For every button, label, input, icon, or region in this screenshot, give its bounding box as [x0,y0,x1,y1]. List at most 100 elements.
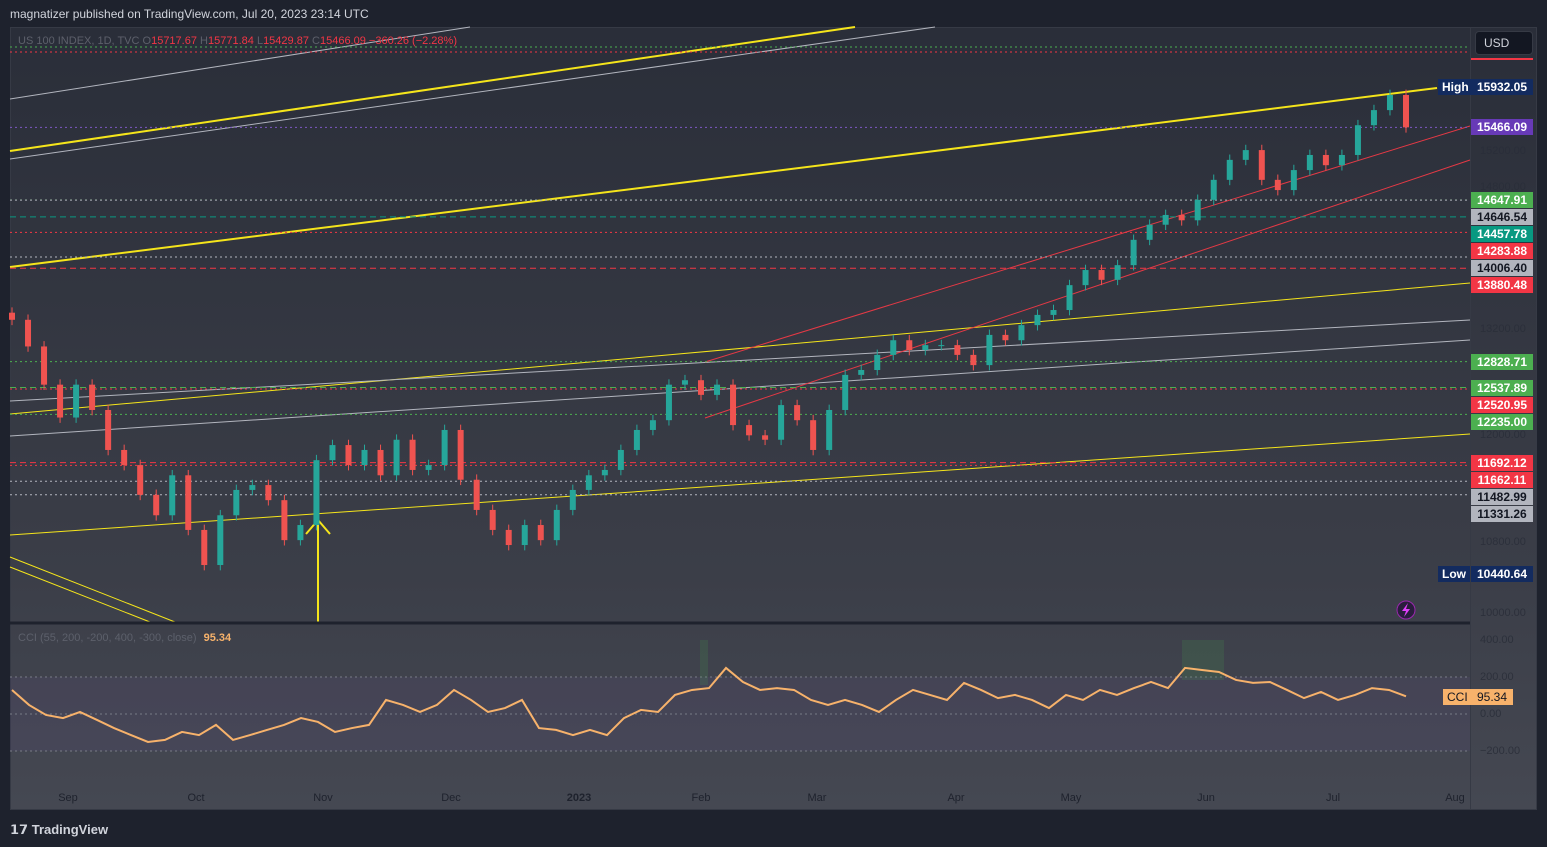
candle-body [986,334,993,366]
candle-body [874,354,881,370]
trendline-yellow [9,566,151,623]
price-level-label: 11692.12 [1471,454,1533,471]
trendline-yellow [9,282,1471,415]
candle-body [649,420,656,430]
time-tick: Jun [1197,792,1215,804]
cci-tick: 200.00 [1480,671,1514,683]
price-level-label: 14647.91 [1471,192,1533,209]
low-marker-label: Low [1438,566,1470,582]
time-tick: 2023 [566,792,592,804]
candle-body [633,429,640,450]
candle-body [345,445,352,466]
candle-body [601,469,608,476]
price-tick: 15200.00 [1480,144,1526,157]
candle-body [1258,150,1265,180]
candle-body [794,405,801,421]
cci-overbought-zone [700,640,708,685]
currency-button[interactable]: USD [1475,31,1533,55]
candle-body [1370,110,1377,126]
candle-body [41,346,48,385]
tradingview-logo[interactable]: 𝟭𝟳 TradingView [10,822,108,838]
price-level-label: 14006.40 [1471,260,1533,277]
time-tick: Jul [1325,792,1341,804]
candle-body [1050,310,1057,315]
cci-tick: −200.00 [1480,745,1521,757]
candle-body [217,515,224,566]
candle-body [1210,179,1217,200]
time-tick: Apr [947,792,965,804]
candle-body [665,384,672,421]
brand-name: TradingView [31,822,109,837]
price-level-label: 13880.48 [1471,277,1533,294]
candle-body [1082,270,1089,286]
candle-body [1002,334,1009,341]
candle-body [153,494,160,516]
high-marker-label: High [1438,79,1473,95]
candle-body [1322,154,1329,166]
candle-body [778,405,785,440]
price-tick: 10800.00 [1480,535,1526,548]
trendline-yellow [9,556,176,623]
candle-body [1403,95,1409,128]
candle-body [1242,150,1249,160]
price-level-label: 11662.11 [1471,471,1533,488]
high-value: 15771.84 [207,35,254,47]
price-level-label: 11331.26 [1471,505,1533,522]
candle-body [1114,265,1121,280]
candle-body [1034,314,1041,326]
low-value: 15429.87 [263,35,309,47]
candle-body [1226,159,1233,180]
candle-body [441,429,448,466]
candle-body [121,449,128,466]
lightning-icon [1396,600,1416,620]
candle-body [393,439,400,476]
price-level-label: 12235.00 [1471,413,1533,430]
candle-body [409,439,416,470]
candle-body [425,465,432,470]
price-level-label: 11482.99 [1471,488,1533,505]
candle-body [553,509,560,541]
time-tick: Oct [187,792,205,804]
candle-body [505,529,512,546]
time-tick: Aug [1445,792,1465,804]
candle-body [858,369,865,375]
tv-logo-icon: 𝟭𝟳 [10,822,29,837]
time-tick: Feb [691,792,711,804]
candle-body [1066,285,1073,311]
candle-body [906,340,913,351]
trendline-red [704,159,1471,419]
price-level-label: 12828.71 [1471,353,1533,370]
price-level-label: 12537.89 [1471,379,1533,396]
symbol-name: US 100 INDEX, 1D, TVC [18,35,140,47]
cci-legend: CCI (55, 200, -200, 400, -300, close) 95… [18,632,231,644]
cci-overbought-zone [1182,640,1224,680]
candle-body [1338,154,1345,166]
time-tick: Sep [58,792,78,804]
candle-body [1018,325,1025,341]
time-tick: Mar [807,792,827,804]
candle-body [57,384,64,418]
trendline-yellow [9,87,1438,268]
candle-body [762,435,769,440]
close-value: 15466.09 [319,35,366,47]
candle-body [826,409,833,450]
candle-body [473,479,480,510]
currency-underline [1471,58,1533,60]
candle-body [842,374,849,410]
candle-body [9,312,15,320]
candle-body [185,475,192,530]
cci-tick: 0.00 [1480,708,1502,720]
candle-body [89,384,96,410]
candle-body [714,384,721,395]
chart-canvas [9,26,1471,752]
candle-body [1178,214,1185,221]
price-level-label: 14457.78 [1471,226,1533,243]
candle-body [1386,95,1393,111]
candle-body [1130,239,1137,266]
candle-body [569,489,576,510]
candle-body [730,384,737,426]
candle-body [585,475,592,490]
cci-name: CCI (55, 200, -200, 400, -300, close) [18,632,197,644]
low-marker-value: 10440.64 [1471,566,1533,582]
candle-body [697,380,704,395]
